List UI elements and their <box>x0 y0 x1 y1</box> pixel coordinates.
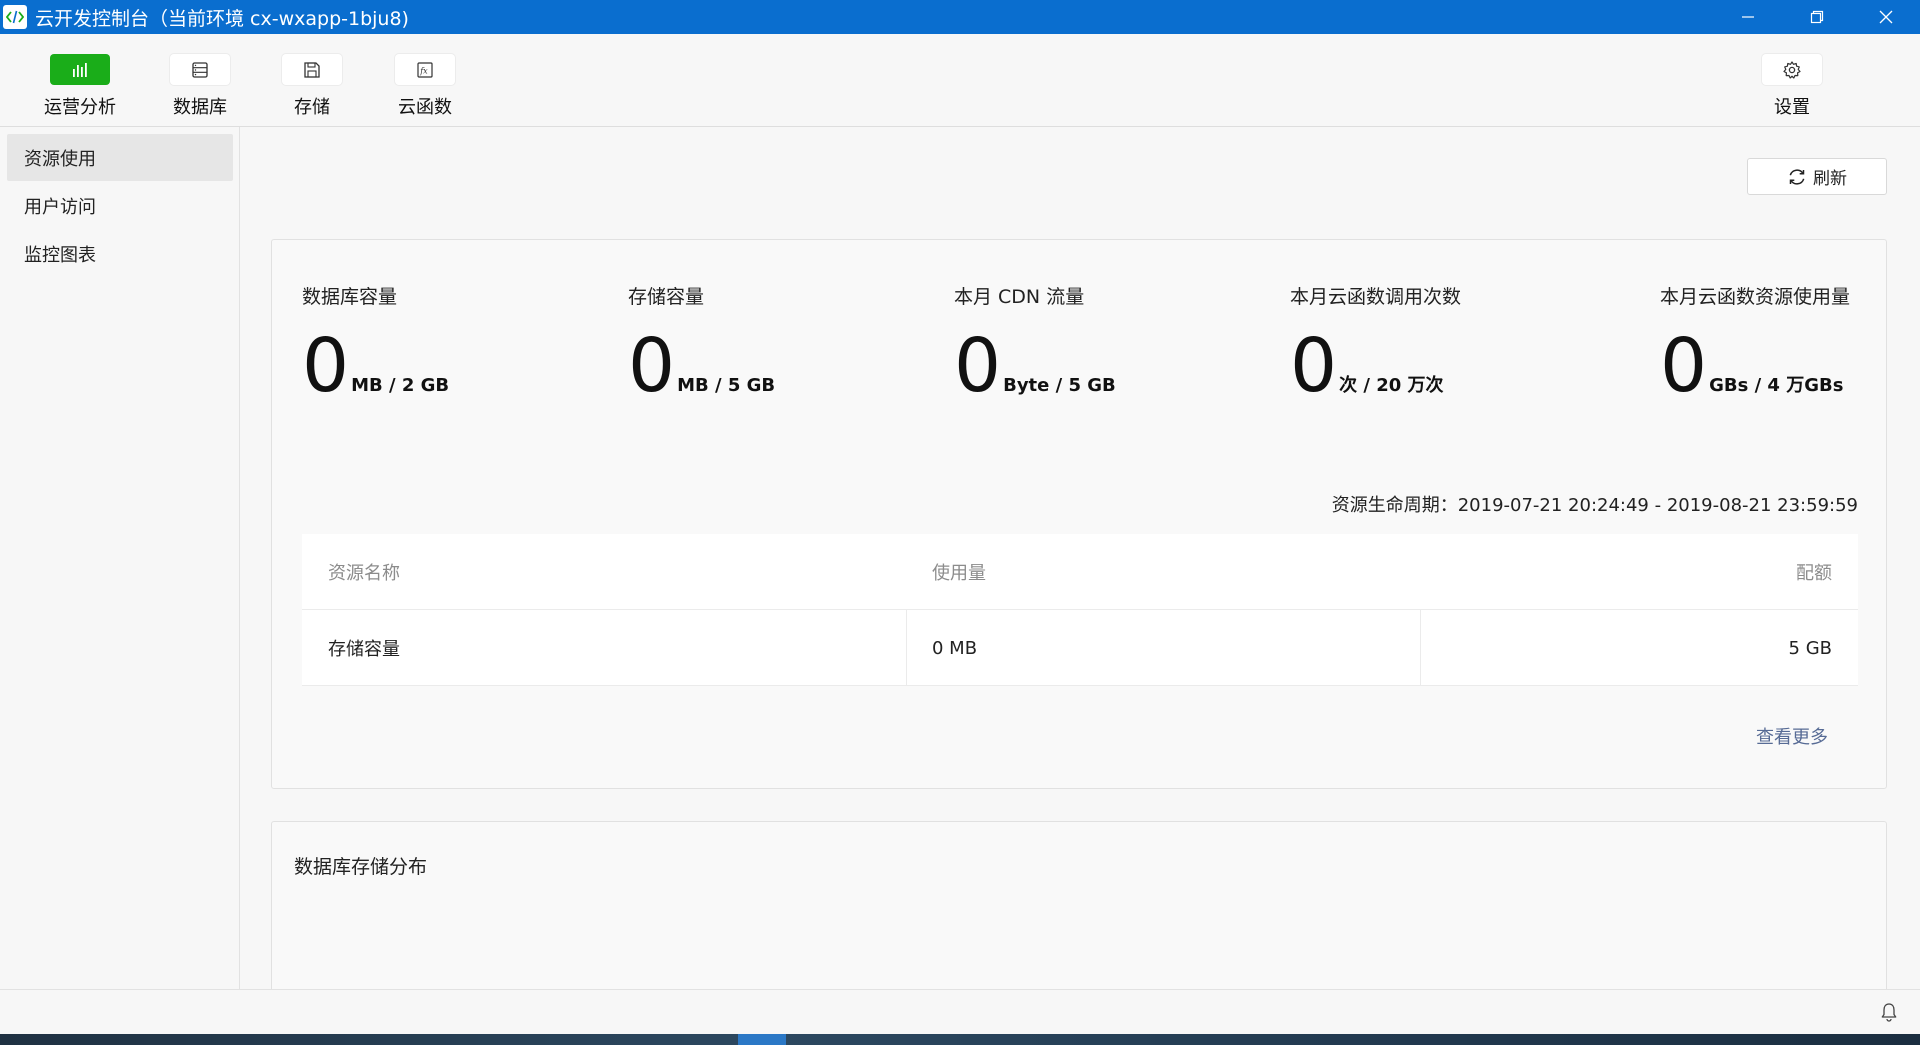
close-button[interactable] <box>1851 0 1920 34</box>
metric-label: 本月云函数资源使用量 <box>1660 286 1851 308</box>
restore-icon <box>1810 10 1823 24</box>
metric-unit: 次 / 20 万次 <box>1339 375 1444 396</box>
notification-button[interactable] <box>1880 1002 1898 1026</box>
tool-storage-label: 存储 <box>294 97 330 118</box>
metric-storage-capacity: 存储容量 0 MB / 5 GB <box>628 282 775 403</box>
metric-unit: MB / 5 GB <box>677 375 776 396</box>
save-icon <box>282 54 342 85</box>
metric-label: 本月云函数调用次数 <box>1290 286 1462 308</box>
gear-icon <box>1762 54 1822 85</box>
table-header-cell: 使用量 <box>932 563 986 584</box>
tool-storage[interactable]: 存储 <box>257 34 367 127</box>
svg-text:fx: fx <box>419 66 428 75</box>
view-more-link[interactable]: 查看更多 <box>1756 723 1828 749</box>
tool-database[interactable]: 数据库 <box>145 34 255 127</box>
database-icon <box>170 54 230 85</box>
os-taskbar <box>0 1034 1920 1045</box>
metric-db-capacity: 数据库容量 0 MB / 2 GB <box>302 282 449 403</box>
resource-lifecycle: 资源生命周期：2019-07-21 20:24:49 - 2019-08-21 … <box>1331 495 1858 516</box>
window-title: 云开发控制台（当前环境 cx-wxapp-1bju8) <box>35 7 409 30</box>
main-toolbar: 运营分析 数据库 存储 fx 云函数 设置 <box>0 34 1920 127</box>
metric-value: 0 <box>1290 323 1338 409</box>
metric-label: 存储容量 <box>628 286 705 308</box>
sidebar-item-resource-usage[interactable]: 资源使用 <box>7 134 233 181</box>
refresh-button[interactable]: 刷新 <box>1747 158 1887 195</box>
metric-value: 0 <box>628 323 676 409</box>
close-icon <box>1879 10 1892 24</box>
table-header-row: 资源名称 使用量 配额 <box>302 534 1858 610</box>
db-storage-distribution-card: 数据库存储分布 <box>271 821 1887 989</box>
main-content: 刷新 数据库容量 0 MB / 2 GB 存储容量 0 MB / 5 GB 本月… <box>241 127 1920 989</box>
table-cell: 存储容量 <box>328 639 400 660</box>
tool-cloud-function[interactable]: fx 云函数 <box>370 34 480 127</box>
sidebar: 资源使用 用户访问 监控图表 <box>0 127 240 989</box>
sidebar-item-user-access[interactable]: 用户访问 <box>7 182 233 229</box>
metric-value: 0 <box>1660 323 1708 409</box>
sidebar-item-monitor-charts[interactable]: 监控图表 <box>7 230 233 277</box>
table-cell: 5 GB <box>1788 637 1832 659</box>
metric-label: 本月 CDN 流量 <box>954 286 1085 308</box>
bar-chart-icon <box>50 54 110 85</box>
bell-icon <box>1881 1003 1897 1022</box>
refresh-label: 刷新 <box>1813 169 1847 189</box>
tool-settings[interactable]: 设置 <box>1737 34 1847 127</box>
status-bar <box>0 989 1920 1034</box>
table-row: 存储容量 0 MB 5 GB <box>302 610 1858 686</box>
card-title: 数据库存储分布 <box>294 856 428 878</box>
tool-analytics[interactable]: 运营分析 <box>25 34 135 127</box>
metric-unit: Byte / 5 GB <box>1003 375 1116 396</box>
taskbar-active-item <box>738 1034 786 1045</box>
minimize-icon <box>1741 16 1754 18</box>
resource-table: 资源名称 使用量 配额 存储容量 0 MB 5 GB <box>302 534 1858 686</box>
window-controls <box>1713 0 1920 34</box>
metric-function-resource: 本月云函数资源使用量 0 GBs / 4 万GBs <box>1660 282 1850 403</box>
app-logo-icon <box>3 5 27 29</box>
resource-usage-card: 数据库容量 0 MB / 2 GB 存储容量 0 MB / 5 GB 本月 CD… <box>271 239 1887 789</box>
metric-label: 数据库容量 <box>302 286 398 308</box>
table-header-cell: 配额 <box>1796 563 1832 584</box>
tool-cloud-function-label: 云函数 <box>398 97 452 118</box>
column-divider <box>906 610 907 686</box>
tool-settings-label: 设置 <box>1774 97 1810 118</box>
metric-cdn-traffic: 本月 CDN 流量 0 Byte / 5 GB <box>954 282 1116 403</box>
restore-button[interactable] <box>1782 0 1851 34</box>
metric-function-calls: 本月云函数调用次数 0 次 / 20 万次 <box>1290 282 1461 403</box>
metric-unit: GBs / 4 万GBs <box>1709 375 1844 396</box>
tool-analytics-label: 运营分析 <box>44 97 116 118</box>
function-icon: fx <box>395 54 455 85</box>
metric-value: 0 <box>302 323 350 409</box>
table-cell: 0 MB <box>932 637 978 659</box>
minimize-button[interactable] <box>1713 0 1782 34</box>
column-divider <box>1420 610 1421 686</box>
title-bar: 云开发控制台（当前环境 cx-wxapp-1bju8) <box>0 0 1920 34</box>
tool-database-label: 数据库 <box>173 97 227 118</box>
metric-unit: MB / 2 GB <box>351 375 450 396</box>
table-header-cell: 资源名称 <box>328 563 400 584</box>
refresh-icon <box>1789 168 1805 185</box>
metric-value: 0 <box>954 323 1002 409</box>
